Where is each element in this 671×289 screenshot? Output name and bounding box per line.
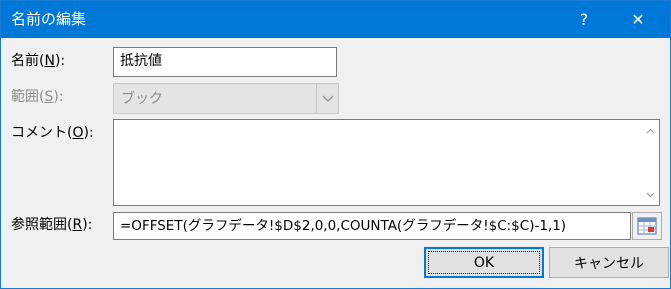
scope-label-text: 範囲( bbox=[11, 89, 45, 105]
ok-button-label: OK bbox=[473, 254, 495, 271]
comment-label-accesskey: O bbox=[72, 125, 84, 141]
comment-textarea[interactable] bbox=[113, 119, 660, 206]
comment-scrollbar[interactable] bbox=[642, 120, 659, 205]
comment-label: コメント(O): bbox=[11, 123, 94, 143]
scroll-down-button[interactable] bbox=[642, 186, 659, 203]
range-selector-icon bbox=[637, 217, 657, 235]
help-icon: ? bbox=[579, 10, 589, 29]
comment-label-suffix: ): bbox=[83, 125, 94, 141]
scroll-up-button[interactable] bbox=[642, 122, 659, 139]
range-selector-button[interactable] bbox=[632, 212, 662, 240]
scope-label-suffix: ): bbox=[53, 89, 64, 105]
refers-to-input[interactable]: =OFFSET(グラフデータ!$D$2,0,0,COUNTA(グラフデータ!$C… bbox=[113, 212, 631, 240]
scroll-up-arrow-icon bbox=[646, 128, 655, 133]
close-icon: ✕ bbox=[631, 10, 645, 29]
name-input[interactable]: 抵抗値 bbox=[113, 47, 337, 77]
scope-label: 範囲(S): bbox=[11, 87, 64, 107]
refers-to-label-suffix: ): bbox=[82, 217, 93, 233]
window-title: 名前の編集 bbox=[11, 10, 87, 28]
refers-to-label-text: 参照範囲( bbox=[11, 217, 73, 233]
help-button[interactable]: ? bbox=[561, 1, 607, 38]
scope-dropdown-button[interactable] bbox=[316, 84, 338, 113]
comment-label-text: コメント( bbox=[11, 125, 73, 141]
name-label-accesskey: N bbox=[44, 53, 55, 69]
refers-to-input-value: =OFFSET(グラフデータ!$D$2,0,0,COUNTA(グラフデータ!$C… bbox=[120, 218, 567, 234]
edit-name-dialog: 名前の編集 ? ✕ 名前(N): 抵抗値 範囲(S): ブック コメント(O): bbox=[0, 0, 671, 289]
name-label: 名前(N): bbox=[11, 51, 65, 71]
title-bar[interactable]: 名前の編集 ? ✕ bbox=[1, 1, 670, 38]
chevron-down-icon bbox=[322, 95, 333, 102]
cancel-button[interactable]: キャンセル bbox=[549, 247, 669, 278]
scroll-down-arrow-icon bbox=[646, 192, 655, 197]
scope-select-value: ブック bbox=[121, 91, 163, 107]
name-label-suffix: ): bbox=[54, 53, 66, 69]
ok-button[interactable]: OK bbox=[424, 247, 544, 278]
close-button[interactable]: ✕ bbox=[615, 1, 661, 38]
refers-to-label-accesskey: R bbox=[72, 217, 83, 233]
cancel-button-label: キャンセル bbox=[574, 255, 644, 272]
name-input-value: 抵抗値 bbox=[120, 53, 162, 69]
refers-to-label: 参照範囲(R): bbox=[11, 215, 92, 235]
name-label-text: 名前( bbox=[11, 53, 45, 69]
scope-select[interactable]: ブック bbox=[113, 83, 339, 114]
